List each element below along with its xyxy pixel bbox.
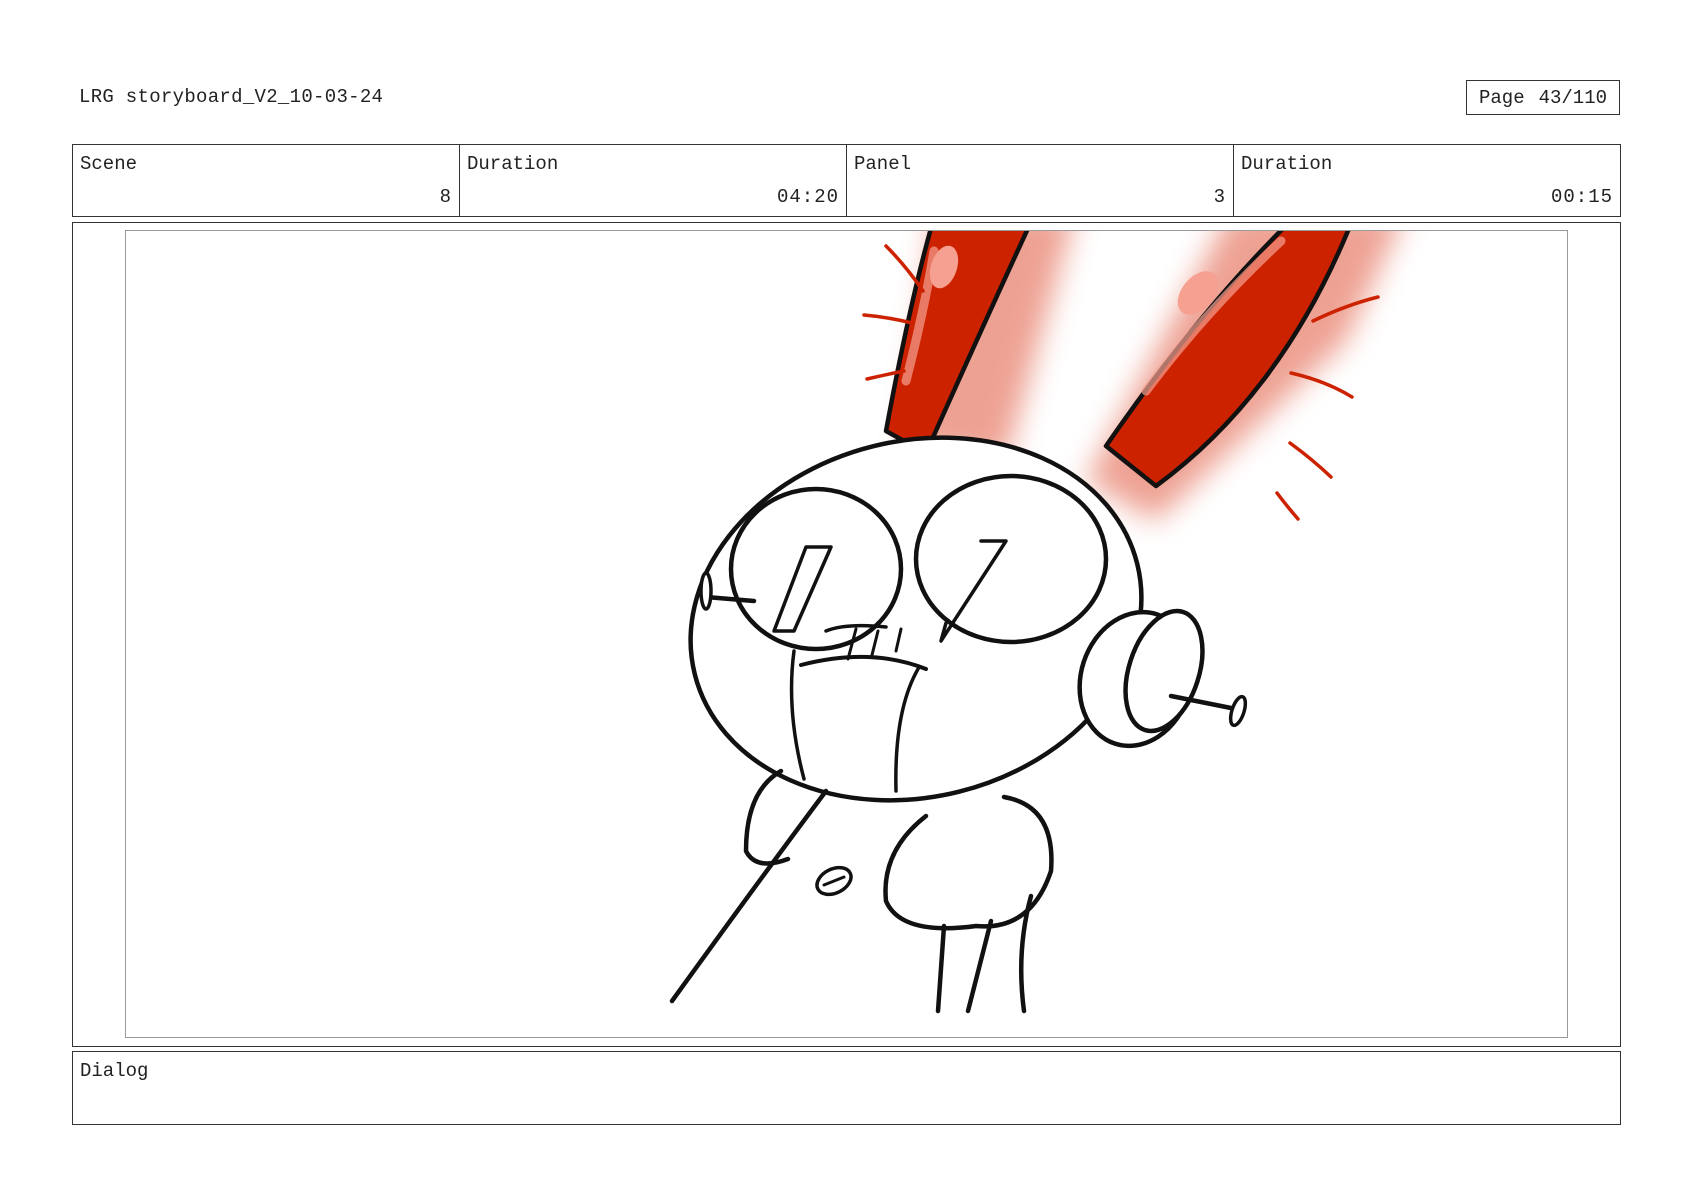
document-title: LRG storyboard_V2_10-03-24 — [79, 86, 384, 108]
page-indicator: Page 43/110 — [1466, 80, 1620, 115]
dialog-box: Dialog — [72, 1051, 1621, 1125]
scene-duration-label: Duration — [467, 153, 559, 175]
page-number: 43/110 — [1538, 86, 1608, 109]
page-label: Page — [1478, 86, 1525, 109]
panel-cell: Panel 3 — [847, 145, 1234, 216]
panel-label: Panel — [854, 153, 912, 175]
scene-value: 8 — [439, 186, 452, 208]
dialog-label: Dialog — [80, 1060, 149, 1082]
right-eye — [913, 473, 1109, 645]
left-bolt-tip — [699, 571, 713, 611]
panel-duration-value: 00:15 — [1550, 186, 1613, 208]
scene-duration-cell: Duration 04:20 — [460, 145, 847, 216]
panel-info-row: Scene 8 Duration 04:20 Panel 3 Duration … — [72, 144, 1621, 217]
leg-middle — [965, 918, 994, 1014]
panel-value: 3 — [1213, 186, 1226, 208]
character-sketch — [669, 231, 1397, 1014]
panel-duration-cell: Duration 00:15 — [1234, 145, 1620, 216]
scene-duration-value: 04:20 — [776, 186, 839, 208]
right-bolt-tip — [1228, 694, 1248, 728]
panel-duration-label: Duration — [1241, 153, 1333, 175]
storyboard-drawing — [125, 230, 1568, 1038]
leg-left — [935, 923, 947, 1014]
scene-cell: Scene 8 — [73, 145, 460, 216]
scene-label: Scene — [80, 153, 138, 175]
